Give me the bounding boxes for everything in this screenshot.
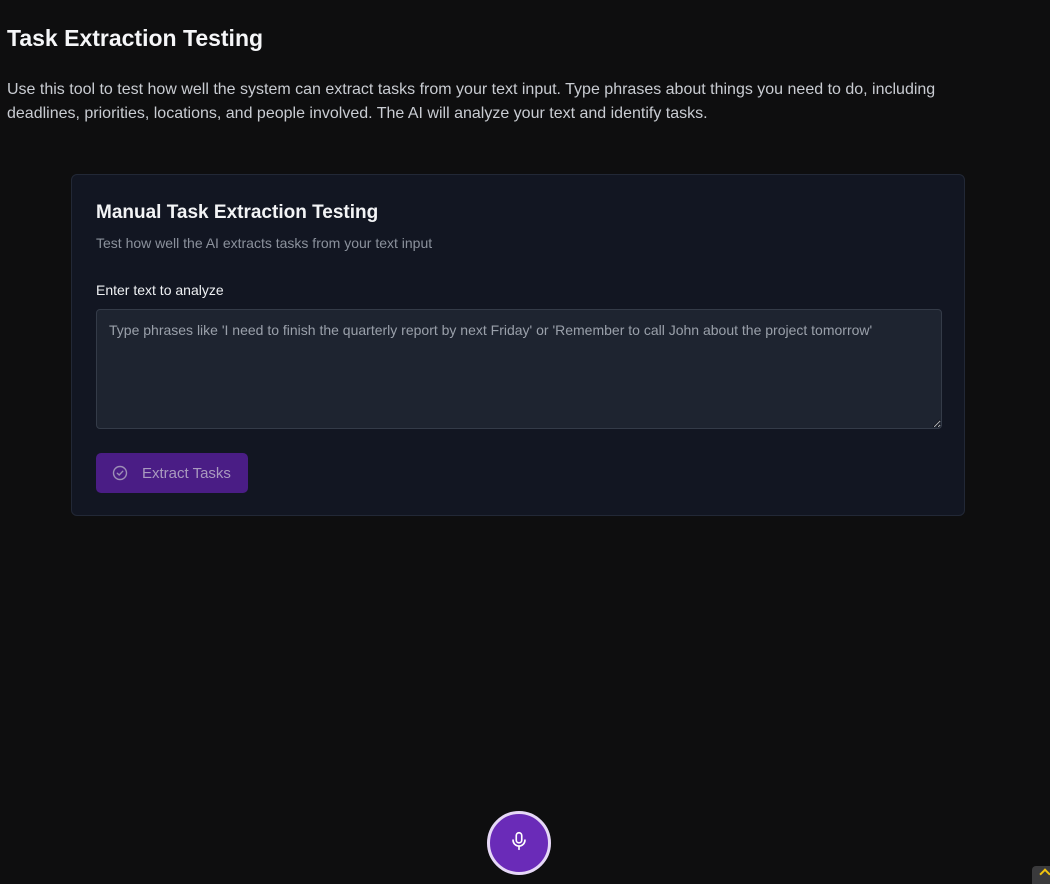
corner-widget[interactable] <box>1032 866 1050 884</box>
extract-tasks-button[interactable]: Extract Tasks <box>96 453 248 493</box>
extraction-card: Manual Task Extraction Testing Test how … <box>71 174 965 516</box>
page: Task Extraction Testing Use this tool to… <box>0 0 1050 884</box>
card-title: Manual Task Extraction Testing <box>96 202 379 223</box>
chevron-up-icon <box>1039 868 1050 880</box>
page-description: Use this tool to test how well the syste… <box>7 81 936 122</box>
text-input-label: Enter text to analyze <box>96 282 224 298</box>
extract-tasks-label: Extract Tasks <box>142 464 231 482</box>
text-to-analyze-input[interactable] <box>96 309 942 429</box>
voice-input-button[interactable] <box>487 811 551 875</box>
check-circle-icon <box>112 465 128 481</box>
microphone-icon <box>508 830 530 857</box>
card-subtitle: Test how well the AI extracts tasks from… <box>96 235 433 251</box>
page-title: Task Extraction Testing <box>7 25 264 51</box>
